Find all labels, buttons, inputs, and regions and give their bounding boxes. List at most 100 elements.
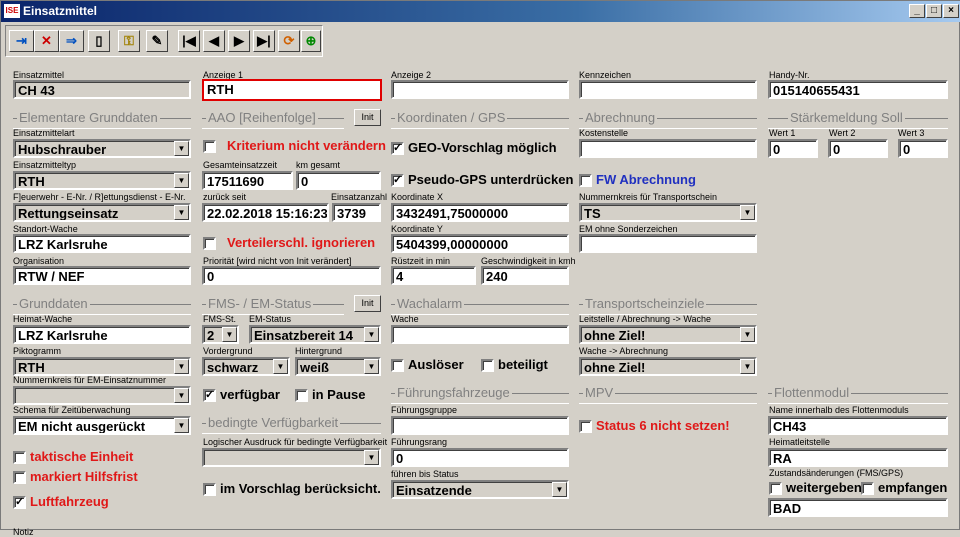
first-icon[interactable]: |◀ bbox=[178, 30, 200, 52]
logik-label: Logischer Ausdruck für bedingte Verfügba… bbox=[203, 437, 388, 447]
delete-icon[interactable]: ✕ bbox=[34, 30, 59, 52]
verteiler-label: Verteilerschl. ignorieren bbox=[227, 235, 376, 250]
last-icon[interactable]: ▶| bbox=[253, 30, 275, 52]
prio-field[interactable]: 0 bbox=[202, 266, 381, 285]
zust-label: Zustandsänderungen (FMS/GPS) bbox=[769, 468, 904, 478]
org-field[interactable]: RTW / NEF bbox=[13, 266, 191, 285]
kx-field[interactable]: 3432491,75000000 bbox=[391, 203, 569, 222]
ohne-field[interactable] bbox=[579, 234, 757, 253]
handy-field[interactable]: 015140655431 bbox=[768, 80, 948, 99]
vg-select[interactable]: schwarz ▼ bbox=[202, 357, 290, 376]
inpause-checkbox[interactable] bbox=[295, 389, 308, 402]
art-select[interactable]: Hubschrauber ▼ bbox=[13, 139, 191, 158]
zust-field[interactable]: BAD bbox=[768, 498, 948, 517]
imvorschlag-checkbox[interactable] bbox=[203, 483, 216, 496]
w1-field[interactable]: 0 bbox=[768, 139, 818, 158]
weiter-checkbox[interactable] bbox=[769, 482, 782, 495]
geschw-field[interactable]: 240 bbox=[481, 266, 569, 285]
anzeige1-field[interactable]: RTH bbox=[202, 79, 382, 101]
fr-label: F]euerwehr - E-Nr. / R]ettungsdienst - E… bbox=[13, 192, 186, 202]
empf-checkbox[interactable] bbox=[861, 482, 874, 495]
key-icon[interactable]: ⚿ bbox=[118, 30, 140, 52]
kennzeichen-field[interactable] bbox=[579, 80, 757, 99]
map-icon[interactable]: ⊕ bbox=[301, 30, 321, 52]
chevron-down-icon[interactable]: ▼ bbox=[740, 205, 755, 220]
chevron-down-icon[interactable]: ▼ bbox=[174, 388, 189, 403]
chevron-down-icon[interactable]: ▼ bbox=[222, 327, 237, 342]
chevron-down-icon[interactable]: ▼ bbox=[273, 359, 288, 374]
status6-checkbox[interactable] bbox=[579, 420, 592, 433]
luftfahrzeug-checkbox[interactable]: ✓ bbox=[13, 496, 26, 509]
frang-field[interactable]: 0 bbox=[391, 448, 569, 467]
minimize-icon[interactable]: _ bbox=[909, 4, 925, 18]
prev-icon[interactable]: ◀ bbox=[203, 30, 225, 52]
refresh-icon[interactable]: ⟳ bbox=[278, 30, 300, 52]
taktisch-checkbox[interactable] bbox=[13, 451, 26, 464]
emstatus-select[interactable]: Einsatzbereit 14 ▼ bbox=[249, 325, 381, 344]
anzahl-field[interactable]: 3739 bbox=[332, 203, 381, 222]
close-icon[interactable]: × bbox=[943, 4, 959, 18]
ruest-field[interactable]: 4 bbox=[391, 266, 476, 285]
ls-label: Leitstelle / Abrechnung -> Wache bbox=[579, 314, 711, 324]
zurueck-field[interactable]: 22.02.2018 15:16:23 bbox=[202, 203, 329, 222]
beteiligt-checkbox[interactable] bbox=[481, 359, 494, 372]
aao-init-button[interactable]: Init bbox=[354, 109, 381, 126]
fw-abr-checkbox[interactable] bbox=[579, 174, 592, 187]
anzeige2-field[interactable] bbox=[391, 80, 569, 99]
save-icon[interactable]: ⇥ bbox=[9, 30, 34, 52]
chevron-down-icon[interactable]: ▼ bbox=[364, 359, 379, 374]
fname-field[interactable]: CH43 bbox=[768, 416, 948, 435]
group-transport: Transportscheinziele bbox=[583, 296, 707, 311]
fgruppe-field[interactable] bbox=[391, 416, 569, 435]
chevron-down-icon[interactable]: ▼ bbox=[174, 359, 189, 374]
geo-checkbox[interactable]: ✓ bbox=[391, 142, 404, 155]
ausloeser-checkbox[interactable] bbox=[391, 359, 404, 372]
chevron-down-icon[interactable]: ▼ bbox=[740, 327, 755, 342]
verfuegbar-checkbox[interactable]: ✓ bbox=[203, 389, 216, 402]
next-icon[interactable]: ▶ bbox=[228, 30, 250, 52]
chevron-down-icon[interactable]: ▼ bbox=[364, 450, 379, 465]
gesamtzeit-field[interactable]: 17511690 bbox=[202, 171, 293, 190]
typ-select[interactable]: RTH ▼ bbox=[13, 171, 191, 190]
chevron-down-icon[interactable]: ▼ bbox=[364, 327, 379, 342]
transfer-icon[interactable]: ⇒ bbox=[59, 30, 84, 52]
chevron-down-icon[interactable]: ▼ bbox=[552, 482, 567, 497]
vg-value: schwarz bbox=[207, 360, 259, 375]
schema-select[interactable]: EM nicht ausgerückt ▼ bbox=[13, 416, 191, 435]
nrkreis-select[interactable]: TS ▼ bbox=[579, 203, 757, 222]
einsatzmittel-field[interactable]: CH 43 bbox=[13, 80, 191, 99]
fr-select[interactable]: Rettungseinsatz ▼ bbox=[13, 203, 191, 222]
pikto-select[interactable]: RTH ▼ bbox=[13, 357, 191, 376]
ls-select[interactable]: ohne Ziel! ▼ bbox=[579, 325, 757, 344]
chevron-down-icon[interactable]: ▼ bbox=[174, 141, 189, 156]
fmsst-select[interactable]: 2 ▼ bbox=[202, 325, 239, 344]
nrkreisem-select[interactable]: ▼ bbox=[13, 386, 191, 405]
w3-field[interactable]: 0 bbox=[898, 139, 948, 158]
kst-field[interactable] bbox=[579, 139, 757, 158]
maximize-icon[interactable]: □ bbox=[926, 4, 942, 18]
wache-field[interactable] bbox=[391, 325, 569, 344]
hg-select[interactable]: weiß ▼ bbox=[295, 357, 381, 376]
standort-field[interactable]: LRZ Karlsruhe bbox=[13, 234, 191, 253]
heimat-field[interactable]: LRZ Karlsruhe bbox=[13, 325, 191, 344]
fbis-select[interactable]: Einsatzende ▼ bbox=[391, 480, 569, 499]
nrkreis-value: TS bbox=[584, 206, 601, 221]
hst-field[interactable]: RA bbox=[768, 448, 948, 467]
chevron-down-icon[interactable]: ▼ bbox=[174, 205, 189, 220]
kmges-field[interactable]: 0 bbox=[296, 171, 381, 190]
ky-field[interactable]: 5404399,00000000 bbox=[391, 234, 569, 253]
verteiler-checkbox[interactable] bbox=[203, 237, 216, 250]
fms-init-button[interactable]: Init bbox=[354, 295, 381, 312]
chevron-down-icon[interactable]: ▼ bbox=[740, 359, 755, 374]
wa-select[interactable]: ohne Ziel! ▼ bbox=[579, 357, 757, 376]
w2-field[interactable]: 0 bbox=[828, 139, 888, 158]
logik-select[interactable]: ▼ bbox=[202, 448, 381, 467]
edit-icon[interactable]: ✎ bbox=[146, 30, 168, 52]
chevron-down-icon[interactable]: ▼ bbox=[174, 418, 189, 433]
krit-checkbox[interactable] bbox=[203, 140, 216, 153]
chevron-down-icon[interactable]: ▼ bbox=[174, 173, 189, 188]
hilfsfrist-checkbox[interactable] bbox=[13, 471, 26, 484]
pseudo-checkbox[interactable]: ✓ bbox=[391, 174, 404, 187]
new-doc-icon[interactable]: ▯ bbox=[88, 30, 110, 52]
app-icon: ISE bbox=[4, 4, 20, 18]
